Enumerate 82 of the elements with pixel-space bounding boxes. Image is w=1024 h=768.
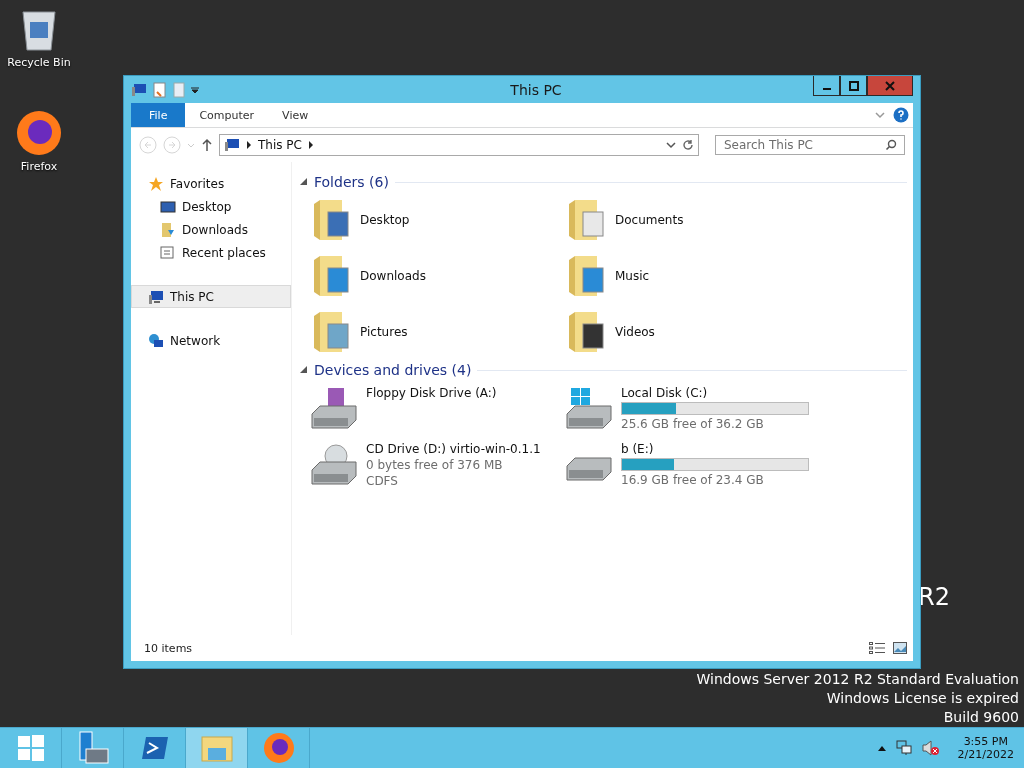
search-field[interactable]: Search This PC xyxy=(715,135,905,155)
chevron-right-icon xyxy=(307,141,314,149)
muted-speaker-icon[interactable] xyxy=(921,740,940,756)
computer-icon xyxy=(224,138,240,152)
close-button[interactable] xyxy=(867,76,913,96)
drive-icon xyxy=(565,386,615,430)
nav-label: Downloads xyxy=(182,222,248,237)
firefox-icon xyxy=(262,732,295,764)
nav-item[interactable]: Favorites xyxy=(131,172,291,195)
help-icon[interactable] xyxy=(893,107,909,123)
folder-name[interactable]: Documents xyxy=(615,213,684,227)
breadcrumb[interactable]: This PC xyxy=(258,138,302,152)
search-icon xyxy=(885,139,897,151)
nav-label: This PC xyxy=(170,289,214,304)
nav-item[interactable]: Desktop xyxy=(131,195,291,218)
details-view-icon[interactable] xyxy=(869,642,885,654)
minimize-icon xyxy=(822,87,831,90)
nav-label: Network xyxy=(170,333,221,348)
chevron-down-icon[interactable] xyxy=(666,141,676,149)
maximize-button[interactable] xyxy=(840,76,867,96)
collapse-icon[interactable] xyxy=(300,366,308,374)
watermark-text: Windows Server 2012 R2 Standard Evaluation xyxy=(696,671,1019,687)
section-title[interactable]: Devices and drives (4) xyxy=(314,362,472,378)
properties-icon[interactable] xyxy=(153,81,167,98)
monitor-icon xyxy=(160,198,176,215)
folder-name[interactable]: Music xyxy=(615,269,650,283)
drive-space: 0 bytes free of 376 MB xyxy=(366,458,504,472)
drive-icon xyxy=(565,456,615,482)
large-icons-view-icon[interactable] xyxy=(893,642,907,654)
window-title: This PC xyxy=(509,81,563,98)
watermark-text: Windows License is expired xyxy=(826,690,1019,706)
drive-name[interactable]: Floppy Disk Drive (A:) xyxy=(366,386,497,400)
desktop-icon-label[interactable]: Firefox xyxy=(20,160,58,173)
chevron-right-icon xyxy=(246,141,252,149)
nav-label: Favorites xyxy=(170,176,225,191)
computer-icon xyxy=(131,82,147,97)
item-count: 10 items xyxy=(144,641,193,655)
folder-name[interactable]: Desktop xyxy=(360,213,410,227)
drive-name[interactable]: b (E:) xyxy=(621,442,809,456)
folder-name[interactable]: Videos xyxy=(615,325,655,339)
nav-item[interactable]: Network xyxy=(131,329,291,352)
nav-item[interactable]: Downloads xyxy=(131,218,291,241)
drive-icon xyxy=(310,386,360,430)
ribbon-tab[interactable]: Computer xyxy=(185,103,269,127)
address-bar[interactable]: This PC xyxy=(219,134,699,156)
folder-name[interactable]: Downloads xyxy=(360,269,426,283)
close-icon xyxy=(885,80,895,91)
nav-label: Desktop xyxy=(182,199,232,214)
drive-icon xyxy=(310,442,360,486)
drive-name[interactable]: CD Drive (D:) virtio-win-0.1.1 xyxy=(366,442,541,456)
nav-item[interactable]: Recent places xyxy=(131,241,291,264)
document-icon xyxy=(160,244,176,261)
computer-icon xyxy=(148,288,164,305)
up-arrow-icon[interactable] xyxy=(201,138,213,152)
dropdown-icon[interactable] xyxy=(191,85,199,94)
caret-up-icon[interactable] xyxy=(877,745,886,751)
folder-icon xyxy=(200,734,233,762)
folder-icon xyxy=(160,221,176,238)
firefox-icon xyxy=(16,110,62,156)
desktop-icon-label[interactable]: Recycle Bin xyxy=(7,56,71,69)
network-icon[interactable] xyxy=(895,740,912,756)
folder-name[interactable]: Pictures xyxy=(360,325,408,339)
clock-date[interactable]: 2/21/2022 xyxy=(957,748,1014,761)
drive-space: 16.9 GB free of 23.4 GB xyxy=(621,473,765,487)
refresh-icon[interactable] xyxy=(682,139,694,151)
watermark-text: Build 9600 xyxy=(943,709,1019,725)
file-menu-button[interactable]: File xyxy=(131,103,186,127)
terminal-icon xyxy=(139,735,170,761)
windows-logo-icon xyxy=(17,735,44,761)
ribbon-tab[interactable]: View xyxy=(268,103,323,127)
drive-space: 25.6 GB free of 36.2 GB xyxy=(621,417,765,431)
nav-label: Recent places xyxy=(182,245,266,260)
minimize-button[interactable] xyxy=(813,76,840,96)
file-system: CDFS xyxy=(366,474,399,488)
clock-time[interactable]: 3:55 PM xyxy=(963,735,1008,748)
star-icon xyxy=(148,175,164,192)
maximize-icon xyxy=(848,80,859,91)
nav-item[interactable]: This PC xyxy=(131,285,291,308)
section-title[interactable]: Folders (6) xyxy=(314,174,389,190)
network-icon xyxy=(148,332,164,349)
collapse-icon[interactable] xyxy=(300,178,308,186)
drive-name[interactable]: Local Disk (C:) xyxy=(621,386,809,400)
